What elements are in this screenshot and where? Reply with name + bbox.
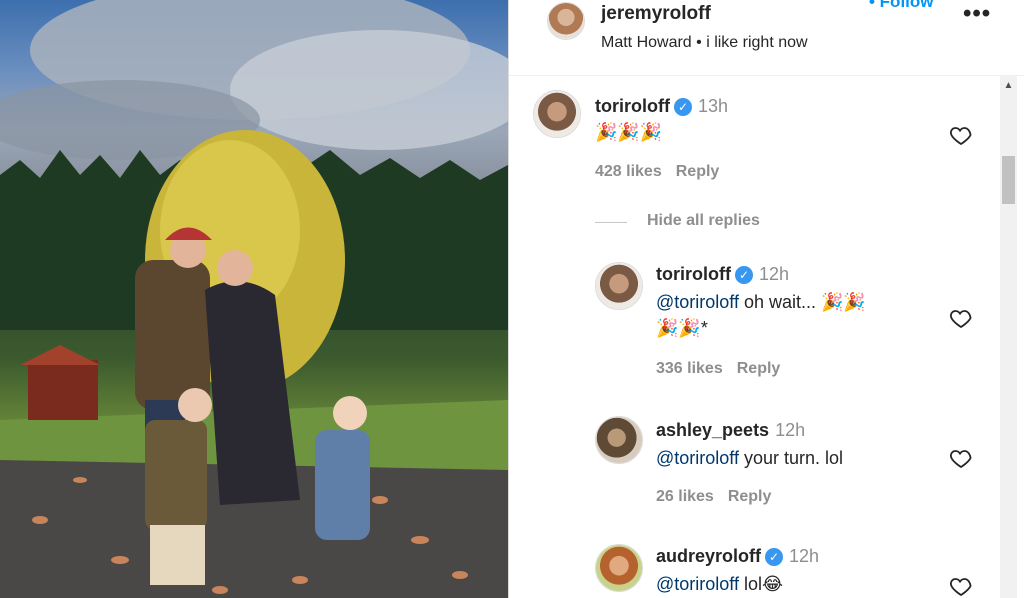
- follow-button[interactable]: • Follow: [869, 0, 934, 12]
- post-photo: [0, 0, 508, 598]
- comments-scrollbar[interactable]: ▲: [1000, 76, 1017, 598]
- comment-meta: 428 likes Reply: [595, 163, 719, 181]
- comment-time[interactable]: 12h: [789, 546, 819, 566]
- comment-username-line: toriroloff ✓ 12h: [656, 264, 789, 285]
- post-header: jeremyroloff • Follow ••• Matt Howard • …: [509, 0, 1024, 76]
- author-username[interactable]: jeremyroloff: [601, 3, 711, 25]
- comment-time[interactable]: 12h: [759, 264, 789, 284]
- mention-link[interactable]: @toriroloff: [656, 574, 739, 594]
- comment-body: lol😂: [738, 574, 784, 594]
- comment-likes[interactable]: 428 likes: [595, 163, 662, 180]
- author-avatar[interactable]: [547, 2, 585, 40]
- verified-badge-icon: ✓: [765, 548, 784, 566]
- comment-text: @toriroloff lol😂: [656, 574, 783, 595]
- comment-likes[interactable]: 26 likes: [656, 488, 714, 505]
- comment-username-line: audreyroloff ✓ 12h: [656, 546, 819, 567]
- verified-badge-icon: ✓: [734, 266, 753, 284]
- mention-link[interactable]: @toriroloff: [656, 448, 739, 468]
- heart-icon[interactable]: [949, 306, 973, 330]
- audio-subtitle[interactable]: Matt Howard • i like right now: [601, 34, 808, 52]
- comment-text-line-2: 🎉🎉*: [656, 318, 708, 339]
- family-photo-illustration: [0, 0, 508, 598]
- commenter-avatar[interactable]: [533, 90, 581, 138]
- heart-icon[interactable]: [949, 123, 973, 147]
- hide-replies-label[interactable]: Hide all replies: [647, 212, 760, 230]
- mention-link[interactable]: @toriroloff: [656, 292, 739, 312]
- comment-meta: 336 likes Reply: [656, 360, 780, 378]
- party-popper-emoji: 🎉🎉: [656, 318, 701, 338]
- more-options-icon[interactable]: •••: [963, 0, 991, 28]
- comment-username-line: toriroloff ✓ 13h: [595, 96, 728, 117]
- party-popper-emoji: 🎉🎉: [821, 292, 866, 312]
- scrollbar-thumb[interactable]: [1002, 156, 1015, 204]
- comment-text: @toriroloff your turn. lol: [656, 448, 843, 469]
- commenter-avatar[interactable]: [595, 416, 643, 464]
- comment-time[interactable]: 12h: [775, 420, 805, 440]
- divider-line: [595, 222, 627, 223]
- comment-text: 🎉🎉🎉: [595, 122, 662, 143]
- heart-icon[interactable]: [949, 446, 973, 470]
- reply-button[interactable]: Reply: [728, 488, 772, 505]
- comment-username-line: ashley_peets 12h: [656, 420, 805, 441]
- comment-time[interactable]: 13h: [698, 96, 728, 116]
- comment-text: @toriroloff oh wait... 🎉🎉: [656, 292, 866, 313]
- comment-username[interactable]: toriroloff: [656, 264, 731, 284]
- commenter-avatar[interactable]: [595, 262, 643, 310]
- comment-username[interactable]: audreyroloff: [656, 546, 761, 566]
- party-popper-emoji: 🎉🎉🎉: [595, 122, 663, 142]
- verified-badge-icon: ✓: [673, 98, 692, 116]
- heart-icon[interactable]: [949, 574, 973, 598]
- comment-body: your turn. lol: [738, 448, 844, 468]
- scroll-up-arrow-icon[interactable]: ▲: [1000, 80, 1017, 94]
- commenter-avatar[interactable]: [595, 544, 643, 592]
- reply-button[interactable]: Reply: [676, 163, 720, 180]
- comment-body: oh wait...: [738, 292, 822, 312]
- comment-username[interactable]: toriroloff: [595, 96, 670, 116]
- comment-username[interactable]: ashley_peets: [656, 420, 769, 440]
- reply-button[interactable]: Reply: [737, 360, 781, 377]
- comment-likes[interactable]: 336 likes: [656, 360, 723, 377]
- comment-meta: 26 likes Reply: [656, 488, 771, 506]
- comment-suffix: *: [700, 318, 708, 338]
- comments-panel: jeremyroloff • Follow ••• Matt Howard • …: [508, 0, 1024, 598]
